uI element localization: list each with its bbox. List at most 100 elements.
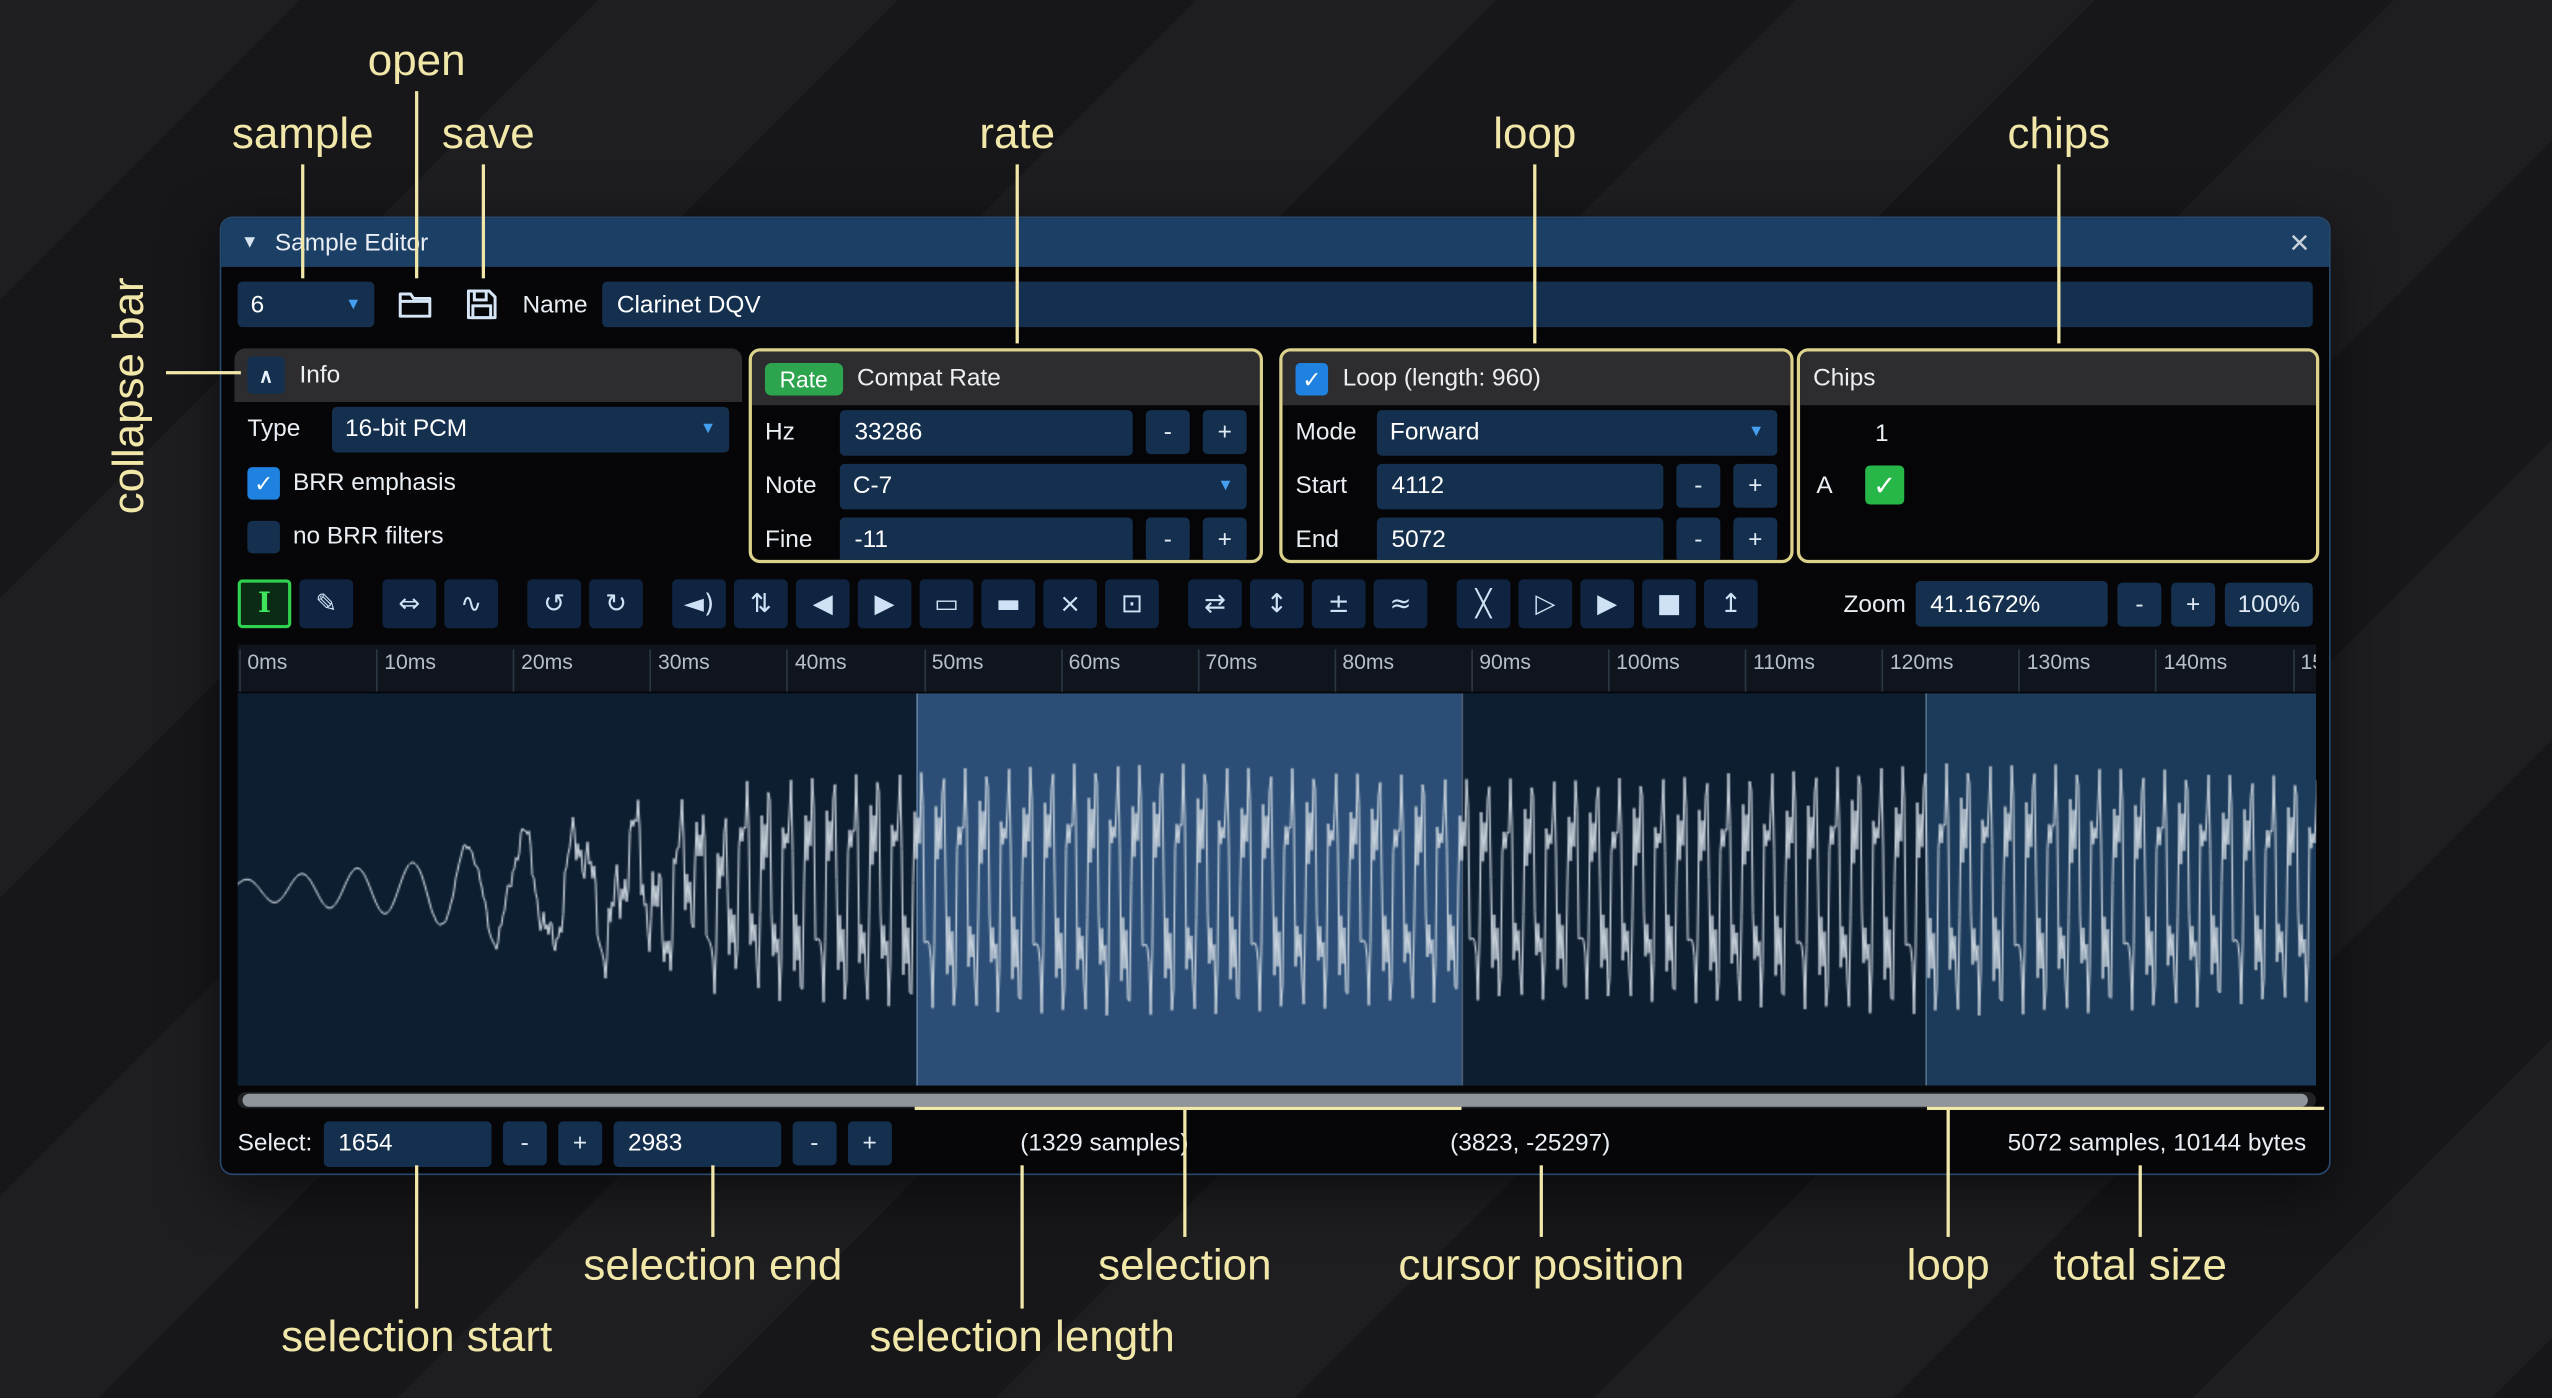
sample-number-select[interactable]: 6 ▼ bbox=[238, 282, 375, 328]
rate-tab-label[interactable]: Compat Rate bbox=[857, 365, 1001, 393]
selection-start-plus-button[interactable]: + bbox=[558, 1121, 602, 1165]
undo-button[interactable]: ↺ bbox=[527, 579, 581, 628]
hz-plus-button[interactable]: + bbox=[1203, 410, 1247, 454]
type-row: Type 16-bit PCM ▼ bbox=[234, 402, 742, 456]
info-header[interactable]: ∧ Info bbox=[234, 348, 742, 402]
selection-start-input[interactable]: 1654 bbox=[324, 1121, 492, 1167]
edit-mode-button[interactable]: I bbox=[238, 579, 292, 628]
hz-input[interactable]: 33286 bbox=[840, 409, 1133, 455]
import-button[interactable]: ↥ bbox=[1704, 579, 1758, 628]
loop-start-input[interactable]: 4112 bbox=[1377, 463, 1663, 509]
filter-button[interactable]: ≈ bbox=[1374, 579, 1428, 628]
invert-button[interactable]: ↕ bbox=[1250, 579, 1304, 628]
fade-out-button[interactable]: ▶ bbox=[858, 579, 912, 628]
check-icon: ✓ bbox=[1873, 471, 1896, 499]
resample-button[interactable]: ∿ bbox=[444, 579, 498, 628]
type-label: Type bbox=[247, 415, 319, 443]
chips-header-label: Chips bbox=[1813, 365, 1875, 393]
loop-end-value: 5072 bbox=[1392, 526, 1446, 554]
annotation-collapse-bar-line bbox=[166, 371, 241, 374]
delete-button[interactable]: × bbox=[1043, 579, 1097, 628]
no-brr-filters-label: no BRR filters bbox=[293, 522, 444, 550]
timeline-ruler: 0ms10ms20ms30ms40ms50ms60ms70ms80ms90ms1… bbox=[238, 645, 2316, 692]
window-collapse-icon[interactable]: ▼ bbox=[241, 233, 259, 253]
ruler-tick: 70ms bbox=[1197, 649, 1257, 691]
collapse-bar-button[interactable]: ∧ bbox=[247, 356, 284, 393]
loop-start-minus-button[interactable]: - bbox=[1676, 464, 1720, 508]
stop-button[interactable]: ■ bbox=[1642, 579, 1696, 628]
hz-label: Hz bbox=[765, 418, 827, 446]
selection-end-minus-button[interactable]: - bbox=[792, 1121, 836, 1165]
info-section: ∧ Info Type 16-bit PCM ▼ ✓ BRR emphasis … bbox=[234, 348, 742, 563]
scrollbar-thumb[interactable] bbox=[243, 1094, 2308, 1107]
selection-end-input[interactable]: 2983 bbox=[613, 1121, 781, 1167]
crossfade-loop-button[interactable]: ╳ bbox=[1457, 579, 1511, 628]
amplify-button[interactable]: ◄) bbox=[672, 579, 726, 628]
zoom-out-button[interactable]: - bbox=[2117, 582, 2161, 626]
draw-button[interactable]: ✎ bbox=[299, 579, 353, 628]
apply-silence-button[interactable]: ▬ bbox=[981, 579, 1035, 628]
name-label: Name bbox=[522, 291, 587, 319]
sign-invert-button[interactable]: ± bbox=[1312, 579, 1366, 628]
open-button[interactable] bbox=[389, 280, 441, 329]
annotation-loop-bottom-line bbox=[1947, 1110, 1950, 1237]
reverse-button[interactable]: ⇄ bbox=[1188, 579, 1242, 628]
loop-mode-select[interactable]: Forward ▼ bbox=[1377, 409, 1777, 455]
brr-emphasis-checkbox[interactable]: ✓ bbox=[247, 466, 280, 499]
waveform-canvas[interactable] bbox=[238, 693, 2316, 1085]
loop-mode-value: Forward bbox=[1390, 418, 1480, 446]
preview-button[interactable]: ▷ bbox=[1519, 579, 1573, 628]
fine-input[interactable]: -11 bbox=[840, 517, 1133, 563]
zoom-input[interactable]: 41.1672% bbox=[1916, 581, 2108, 627]
annotation-rate-line bbox=[1016, 164, 1019, 343]
loop-enable-checkbox[interactable]: ✓ bbox=[1296, 362, 1329, 395]
fine-plus-button[interactable]: + bbox=[1203, 518, 1247, 562]
annotation-loop-line bbox=[1533, 164, 1536, 343]
chip-a-checkbox[interactable]: ✓ bbox=[1865, 465, 1904, 504]
annotation-save: save bbox=[442, 109, 535, 159]
selection-start-value: 1654 bbox=[338, 1130, 392, 1158]
sample-type-select[interactable]: 16-bit PCM ▼ bbox=[332, 406, 729, 452]
loop-end-minus-button[interactable]: - bbox=[1676, 518, 1720, 562]
selection-start-minus-button[interactable]: - bbox=[503, 1121, 547, 1165]
loop-end-input[interactable]: 5072 bbox=[1377, 517, 1663, 563]
selection-end-plus-button[interactable]: + bbox=[848, 1121, 892, 1165]
insert-silence-button[interactable]: ▭ bbox=[920, 579, 974, 628]
note-label: Note bbox=[765, 472, 827, 500]
zoom-cluster: Zoom 41.1672% - + 100% bbox=[1843, 581, 2312, 627]
annotation-total-size: total size bbox=[2054, 1240, 2227, 1290]
sample-name-input[interactable]: Clarinet DQV bbox=[602, 282, 2313, 328]
save-button[interactable] bbox=[456, 280, 508, 329]
open-folder-icon bbox=[397, 288, 433, 321]
annotation-selection-end-line bbox=[711, 1165, 714, 1237]
normalize-button[interactable]: ⇅ bbox=[734, 579, 788, 628]
loop-end-plus-button[interactable]: + bbox=[1733, 518, 1777, 562]
annotation-chips-line bbox=[2057, 164, 2060, 343]
sample-type-value: 16-bit PCM bbox=[345, 415, 467, 443]
waveform-area[interactable] bbox=[238, 693, 2316, 1085]
zoom-in-button[interactable]: + bbox=[2171, 582, 2215, 626]
loop-start-row: Start 4112 - + bbox=[1283, 459, 1791, 513]
note-select[interactable]: C-7 ▼ bbox=[840, 463, 1247, 509]
chevron-up-icon: ∧ bbox=[259, 364, 273, 387]
chevron-down-icon: ▼ bbox=[1748, 423, 1764, 441]
redo-button[interactable]: ↻ bbox=[589, 579, 643, 628]
close-button[interactable]: × bbox=[2290, 225, 2310, 259]
zoom-reset-button[interactable]: 100% bbox=[2225, 582, 2313, 626]
fade-in-button[interactable]: ◀ bbox=[796, 579, 850, 628]
loop-start-plus-button[interactable]: + bbox=[1733, 464, 1777, 508]
loop-start-label: Start bbox=[1296, 472, 1364, 500]
annotation-save-line bbox=[482, 164, 485, 278]
trim-button[interactable]: ⊡ bbox=[1105, 579, 1159, 628]
play-button[interactable]: ▶ bbox=[1580, 579, 1634, 628]
ruler-tick: 140ms bbox=[2156, 649, 2228, 691]
hz-minus-button[interactable]: - bbox=[1146, 410, 1190, 454]
resize-button[interactable]: ⇔ bbox=[382, 579, 436, 628]
no-brr-filters-checkbox[interactable] bbox=[247, 520, 280, 553]
titlebar: ▼ Sample Editor × bbox=[221, 218, 2329, 267]
chips-section: Chips 1 A ✓ bbox=[1797, 348, 2319, 563]
rate-header: Rate Compat Rate bbox=[752, 352, 1260, 406]
ruler-tick: 110ms bbox=[1745, 649, 1815, 691]
sample-number-value: 6 bbox=[251, 291, 265, 319]
fine-minus-button[interactable]: - bbox=[1146, 518, 1190, 562]
